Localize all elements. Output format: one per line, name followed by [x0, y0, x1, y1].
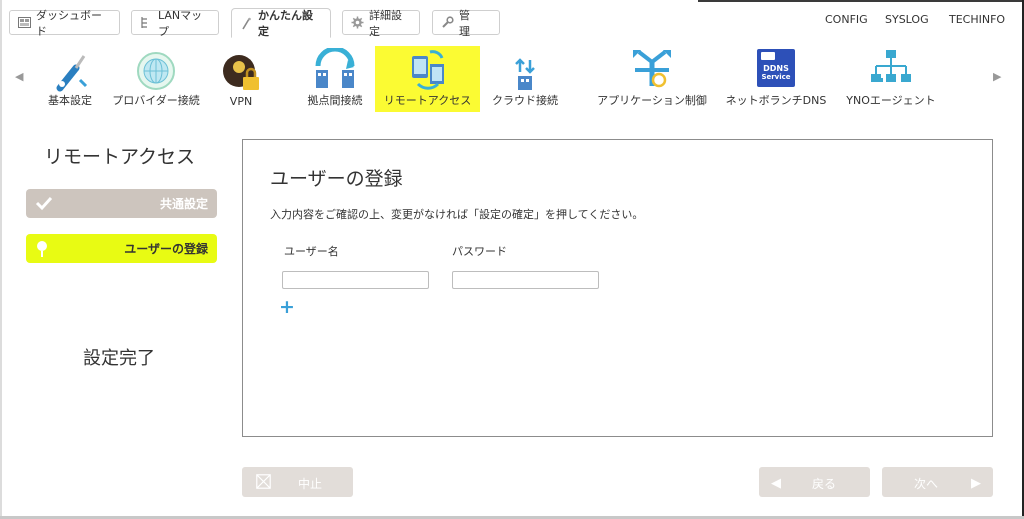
ddns-logo-badge	[761, 52, 775, 60]
tab-label: 詳細設定	[369, 8, 402, 38]
add-user-button[interactable]: +	[279, 297, 295, 317]
main-panel: ユーザーの登録 入力内容をご確認の上、変更がなければ「設定の確定」を押してくださ…	[242, 139, 993, 437]
gear-icon	[351, 16, 364, 29]
next-label: 次へ	[914, 477, 939, 491]
step-label: ユーザーの登録	[124, 242, 208, 256]
screwdriver-icon	[50, 50, 90, 92]
nav-item-label: VPN	[229, 95, 253, 108]
back-arrow-icon: ◀	[771, 476, 781, 491]
nav-item-provider-connection[interactable]: プロバイダー接続	[110, 46, 202, 112]
step-label: 共通設定	[159, 197, 208, 211]
tab-label: LANマップ	[158, 8, 203, 38]
nav-item-site-to-site[interactable]: 拠点間接続	[300, 46, 370, 112]
nav-item-label: ネットボランチDNS	[725, 94, 827, 107]
nav-item-netvolante-dns[interactable]: DDNS Service ネットボランチDNS	[720, 46, 832, 112]
nav-item-vpn[interactable]: VPN	[212, 46, 270, 112]
site-link-icon	[312, 48, 358, 92]
check-icon	[35, 195, 53, 214]
nav-next-arrow[interactable]: ▶	[993, 70, 1001, 83]
left-border	[0, 0, 2, 519]
step-user-registration[interactable]: ユーザーの登録	[26, 234, 217, 263]
username-input[interactable]	[282, 271, 429, 289]
close-box-icon	[256, 474, 271, 492]
password-column-label: パスワード	[452, 245, 507, 258]
remote-access-icon	[406, 48, 450, 92]
dashboard-icon	[18, 16, 31, 29]
tab-label: 管 理	[459, 8, 481, 38]
nav-item-remote-access[interactable]: リモートアクセス	[375, 46, 480, 112]
tab-management[interactable]: 管 理	[432, 9, 500, 38]
tab-easy-setup[interactable]: かんたん設定	[231, 8, 331, 38]
tab-lan-map[interactable]: LANマップ	[131, 9, 219, 38]
step-common-settings[interactable]: 共通設定	[26, 189, 217, 218]
nav-item-label: アプリケーション制御	[597, 94, 707, 107]
username-column-label: ユーザー名	[284, 245, 339, 258]
nav-item-label: 基本設定	[48, 94, 92, 107]
nav-item-application-control[interactable]: アプリケーション制御	[590, 46, 714, 112]
nav-item-label: クラウド接続	[492, 94, 558, 107]
back-button[interactable]: ◀ 戻る	[759, 467, 870, 497]
next-arrow-icon: ▶	[971, 476, 981, 491]
cloud-connect-icon	[508, 56, 542, 92]
nav-prev-arrow[interactable]: ◀	[15, 70, 23, 83]
globe-icon	[135, 50, 177, 92]
lan-map-icon	[140, 16, 153, 29]
nav-item-yno-agent[interactable]: YNOエージェント	[838, 46, 944, 112]
tab-label: ダッシュボード	[36, 8, 102, 38]
instruction-text: 入力内容をご確認の上、変更がなければ「設定の確定」を押してください。	[270, 208, 644, 221]
sidebar-title: リモートアクセス	[44, 146, 196, 168]
tab-advanced-settings[interactable]: 詳細設定	[342, 9, 420, 38]
nav-item-label: 拠点間接続	[307, 94, 363, 107]
step-complete: 設定完了	[83, 348, 155, 369]
back-label: 戻る	[812, 477, 837, 491]
next-button[interactable]: 次へ ▶	[882, 467, 993, 497]
nav-item-basic-settings[interactable]: 基本設定	[40, 46, 100, 112]
ddns-icon: DDNS Service	[757, 49, 795, 87]
top-border	[0, 0, 1024, 3]
config-link[interactable]: CONFIG	[825, 13, 868, 26]
ddns-logo-subtext: Service	[761, 73, 791, 81]
yno-agent-icon	[868, 48, 914, 92]
vpn-lock-icon	[219, 51, 263, 95]
ddns-logo-text: DDNS	[763, 64, 789, 73]
wand-icon	[240, 17, 253, 30]
cancel-button[interactable]: 中止	[242, 467, 353, 497]
pin-icon	[35, 240, 49, 261]
nav-item-cloud-connection[interactable]: クラウド接続	[485, 46, 565, 112]
nav-item-label: YNOエージェント	[846, 94, 936, 107]
cancel-label: 中止	[298, 477, 323, 491]
wrench-icon	[441, 16, 454, 29]
nav-item-label: リモートアクセス	[383, 94, 472, 107]
syslog-link[interactable]: SYSLOG	[885, 13, 929, 26]
tab-label: かんたん設定	[258, 9, 313, 38]
password-input[interactable]	[452, 271, 599, 289]
app-control-icon	[629, 46, 675, 92]
panel-title: ユーザーの登録	[270, 168, 403, 190]
techinfo-link[interactable]: TECHINFO	[949, 13, 1005, 26]
tab-dashboard[interactable]: ダッシュボード	[9, 9, 120, 38]
top-dark-strip	[698, 0, 1024, 2]
nav-item-label: プロバイダー接続	[112, 94, 200, 107]
